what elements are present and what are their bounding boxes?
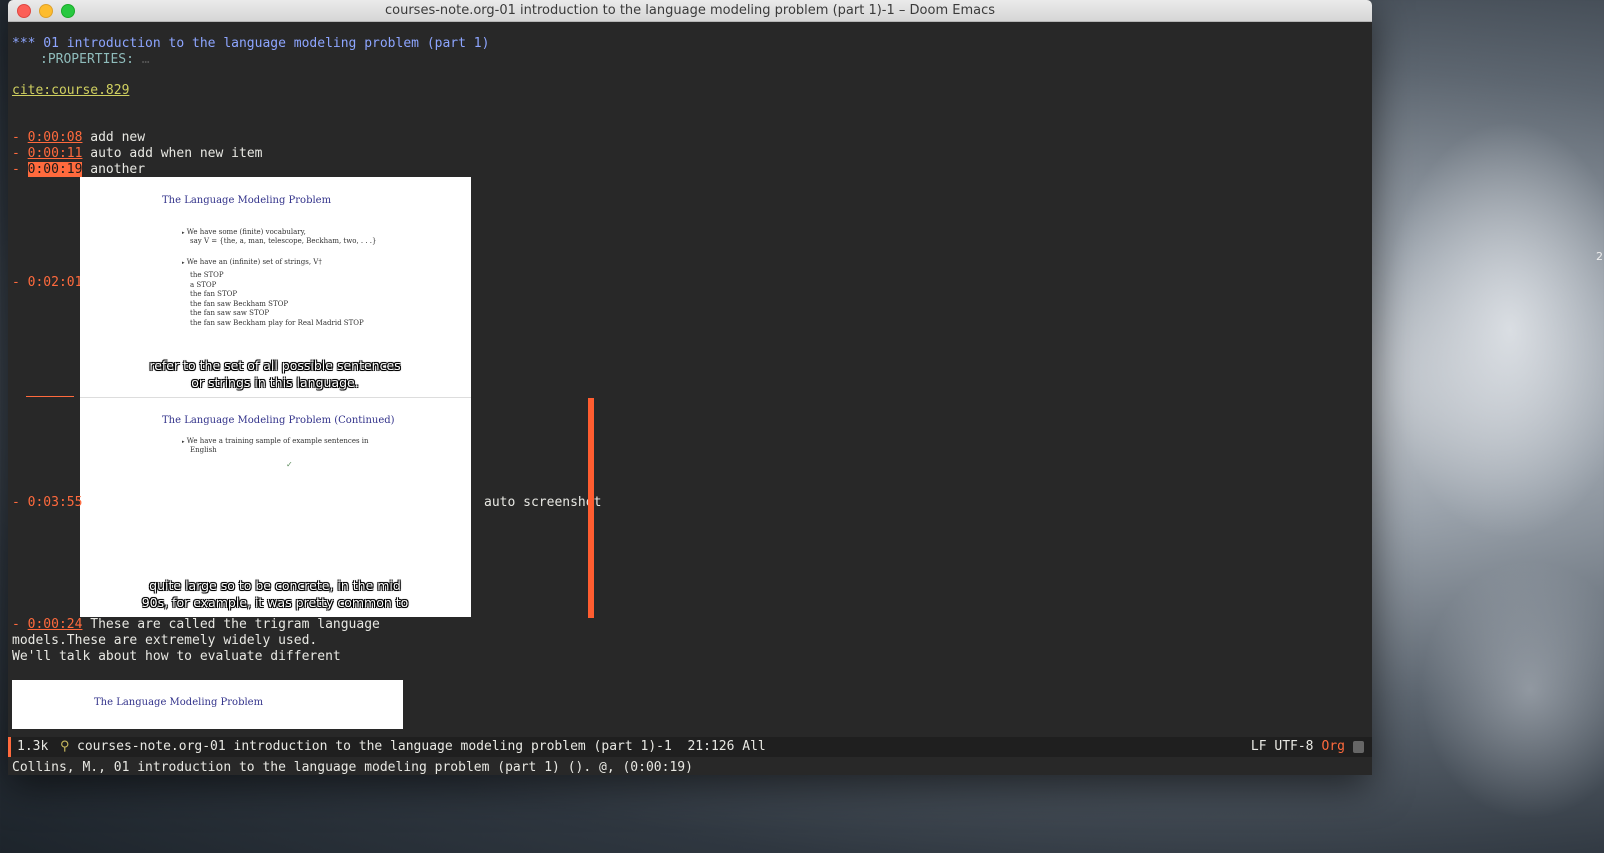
modeline-right: LF UTF-8 Org xyxy=(1251,737,1364,757)
list-bullet: - xyxy=(12,130,28,145)
bullet-marker: ▸ xyxy=(182,230,185,236)
item-text: add new xyxy=(82,130,146,145)
slide-title: The Language Modeling Problem xyxy=(162,195,332,206)
caption-line: or strings in this language. xyxy=(191,375,359,390)
modeline-accent xyxy=(8,737,11,757)
item-continuation: models.These are extremely widely used. xyxy=(12,633,318,648)
minimize-button[interactable] xyxy=(39,4,53,18)
titlebar[interactable]: courses-note.org-01 introduction to the … xyxy=(8,0,1372,22)
video-caption: quite large so to be concrete, in the mi… xyxy=(80,577,470,611)
video-caption: refer to the set of all possible sentenc… xyxy=(80,357,470,391)
modified-icon: ⚲ xyxy=(60,739,70,754)
bullet-marker: ▸ xyxy=(182,439,185,445)
bullet-text: We have an (infinite) set of strings, V† xyxy=(186,258,322,266)
fold-ellipsis: … xyxy=(141,52,150,67)
list-item: - 0:00:19 another xyxy=(12,162,145,178)
modeline: 1.3k ⚲ courses-note.org-01 introduction … xyxy=(8,737,1372,757)
timestamp-link[interactable]: 0:02:01 xyxy=(28,275,83,290)
item-text: auto screenshot xyxy=(484,495,602,510)
cite-link[interactable]: cite:course.829 xyxy=(12,83,129,98)
emacs-window: courses-note.org-01 introduction to the … xyxy=(8,0,1372,775)
timestamp-link[interactable]: 0:00:08 xyxy=(28,130,83,145)
desktop-cloud xyxy=(1420,560,1604,820)
timestamp-underline xyxy=(26,396,74,397)
caption-line: quite large so to be concrete, in the mi… xyxy=(149,578,401,593)
cite-line: cite:course.829 xyxy=(12,83,129,99)
timestamp-link[interactable]: 0:00:24 xyxy=(28,617,83,632)
item-continuation: We'll talk about how to evaluate differe… xyxy=(12,649,341,664)
caption-line: refer to the set of all possible sentenc… xyxy=(149,358,401,373)
timestamp-link-selected[interactable]: 0:00:19 xyxy=(27,162,83,177)
properties-label: :PROPERTIES: xyxy=(40,52,134,67)
slide-string: the STOP xyxy=(190,271,224,279)
slide-title: The Language Modeling Problem (Continued… xyxy=(162,415,395,426)
echo-area: Collins, M., 01 introduction to the lang… xyxy=(12,760,693,775)
properties-drawer[interactable]: :PROPERTIES: … xyxy=(40,52,150,68)
item-text: auto add when new item xyxy=(82,146,263,161)
slide-title: The Language Modeling Problem xyxy=(94,697,264,708)
item-text: another xyxy=(82,162,146,177)
timestamp-link[interactable]: 0:03:55 xyxy=(28,495,83,510)
slide-bullet: ▸ We have some (finite) vocabulary, xyxy=(182,228,306,236)
list-item: - 0:03:55 xyxy=(12,495,82,511)
slide-string: the fan saw Beckham STOP xyxy=(190,299,289,308)
slide-bullet-cont: say V = {the, a, man, telescope, Beckham… xyxy=(190,237,377,245)
slide-divider xyxy=(80,397,471,398)
traffic-lights xyxy=(17,4,75,18)
bullet-marker: ▸ xyxy=(182,260,185,266)
lock-icon xyxy=(1353,741,1364,753)
item-text: These are called the trigram language xyxy=(82,617,380,632)
list-bullet: - xyxy=(12,495,28,510)
buffer-name[interactable]: courses-note.org-01 introduction to the … xyxy=(77,737,766,757)
list-item: - 0:00:24 These are called the trigram l… xyxy=(12,617,380,633)
slide-string: the fan saw saw STOP xyxy=(190,309,270,317)
list-bullet: - xyxy=(12,617,28,632)
zoom-button[interactable] xyxy=(61,4,75,18)
list-item: - 0:00:08 add new xyxy=(12,130,145,146)
caption-line: 90s, for example, it was pretty common t… xyxy=(141,595,409,610)
slide-bullet: ▸ We have a training sample of example s… xyxy=(182,437,369,445)
bullet-text: We have some (finite) vocabulary, xyxy=(186,228,306,236)
encoding-indicator[interactable]: LF UTF-8 xyxy=(1251,737,1314,757)
desktop-edge-mark: 2 xyxy=(1596,250,1603,263)
timestamp-link[interactable]: 0:00:11 xyxy=(28,146,83,161)
inline-screenshot[interactable]: The Language Modeling Problem xyxy=(12,680,403,729)
org-buffer[interactable]: *** 01 introduction to the language mode… xyxy=(8,22,1372,729)
cursor-bar xyxy=(588,398,594,618)
list-item: - 0:02:01 xyxy=(12,275,82,291)
slide-bullet-cont: English xyxy=(190,446,217,454)
list-bullet: - xyxy=(12,146,28,161)
pen-mark-icon: ✓ xyxy=(286,460,293,469)
list-bullet: - xyxy=(12,162,28,177)
list-item: - 0:00:11 auto add when new item xyxy=(12,146,262,162)
org-heading[interactable]: *** 01 introduction to the language mode… xyxy=(12,36,489,52)
desktop-cloud xyxy=(1380,120,1604,540)
slide-string: the fan STOP xyxy=(190,290,238,298)
slide-bullet: ▸ We have an (infinite) set of strings, … xyxy=(182,258,322,266)
buffer-size: 1.3k xyxy=(17,739,49,754)
bullet-text: We have a training sample of example sen… xyxy=(186,437,369,445)
list-bullet: - xyxy=(12,275,28,290)
slide-string: a STOP xyxy=(190,280,217,289)
window-title: courses-note.org-01 introduction to the … xyxy=(384,3,996,18)
inline-screenshot[interactable]: The Language Modeling Problem ▸ We have … xyxy=(80,177,471,617)
close-button[interactable] xyxy=(17,4,31,18)
slide-string: the fan saw Beckham play for Real Madrid… xyxy=(190,318,364,327)
major-mode[interactable]: Org xyxy=(1322,737,1345,757)
